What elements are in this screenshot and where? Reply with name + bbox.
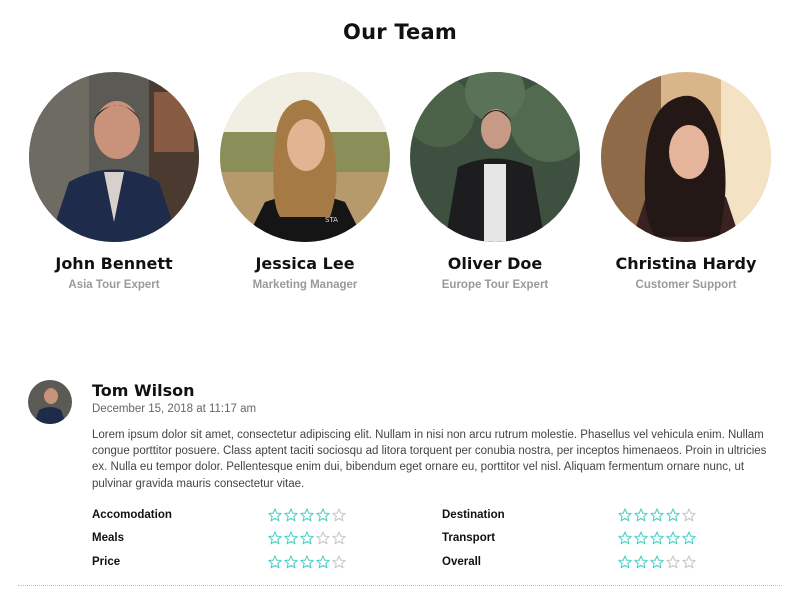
team-member-role: Marketing Manager <box>252 279 358 291</box>
star-icon <box>682 508 696 522</box>
rating-row-meals: Meals <box>92 531 432 551</box>
avatar <box>28 380 72 424</box>
star-icon <box>332 508 346 522</box>
rating-row-destination: Destination <box>442 508 782 528</box>
svg-text:STA: STA <box>325 216 338 224</box>
team-member-role: Customer Support <box>635 279 737 291</box>
rating-label: Accomodation <box>92 509 172 521</box>
reviewer-name: Tom Wilson <box>92 381 195 400</box>
star-icon <box>682 555 696 569</box>
team-member-name: John Bennett <box>55 254 173 273</box>
review-date: December 15, 2018 at 11:17 am <box>92 403 257 415</box>
star-icon <box>650 508 664 522</box>
star-icon <box>332 531 346 545</box>
team-member-photo <box>601 72 771 242</box>
star-icon <box>300 508 314 522</box>
rating-stars <box>268 508 346 522</box>
star-icon <box>268 531 282 545</box>
review-text: Lorem ipsum dolor sit amet, consectetur … <box>92 429 767 490</box>
team-member-photo <box>29 72 199 242</box>
star-icon <box>268 555 282 569</box>
team-member-christina-hardy: Christina Hardy Customer Support <box>591 72 781 291</box>
rating-label: Transport <box>442 532 496 544</box>
team-member-photo: STA <box>220 72 390 242</box>
star-icon <box>634 508 648 522</box>
team-member-role: Europe Tour Expert <box>441 279 549 291</box>
rating-label: Overall <box>442 556 481 568</box>
team-member-name: Christina Hardy <box>615 254 757 273</box>
team-member-photo <box>410 72 580 242</box>
star-icon <box>618 508 632 522</box>
star-icon <box>666 508 680 522</box>
page-title: Our Team <box>343 20 457 44</box>
team-member-name: Jessica Lee <box>255 254 355 273</box>
rating-label: Destination <box>442 509 505 521</box>
rating-row-transport: Transport <box>442 531 782 551</box>
star-icon <box>682 531 696 545</box>
rating-row-price: Price <box>92 555 432 575</box>
star-icon <box>300 555 314 569</box>
rating-stars <box>268 531 346 545</box>
star-icon <box>634 531 648 545</box>
star-icon <box>618 531 632 545</box>
team-member-oliver-doe: Oliver Doe Europe Tour Expert <box>400 72 590 291</box>
star-icon <box>650 531 664 545</box>
team-member-role: Asia Tour Expert <box>68 279 160 291</box>
star-icon <box>332 555 346 569</box>
star-icon <box>634 555 648 569</box>
star-icon <box>284 531 298 545</box>
star-icon <box>316 555 330 569</box>
star-icon <box>650 555 664 569</box>
rating-stars <box>268 555 346 569</box>
star-icon <box>618 555 632 569</box>
team-member-john-bennett: John Bennett Asia Tour Expert <box>19 72 209 291</box>
rating-stars <box>618 508 696 522</box>
star-icon <box>666 555 680 569</box>
star-icon <box>300 531 314 545</box>
star-icon <box>666 531 680 545</box>
rating-stars <box>618 555 696 569</box>
rating-row-accomodation: Accomodation <box>92 508 432 528</box>
star-icon <box>284 508 298 522</box>
star-icon <box>316 508 330 522</box>
star-icon <box>316 531 330 545</box>
rating-label: Price <box>92 556 121 568</box>
rating-stars <box>618 531 696 545</box>
divider <box>18 585 782 586</box>
rating-label: Meals <box>92 532 124 544</box>
star-icon <box>268 508 282 522</box>
rating-row-overall: Overall <box>442 555 782 575</box>
star-icon <box>284 555 298 569</box>
team-member-jessica-lee: STA Jessica Lee Marketing Manager <box>210 72 400 291</box>
team-member-name: Oliver Doe <box>447 254 543 273</box>
